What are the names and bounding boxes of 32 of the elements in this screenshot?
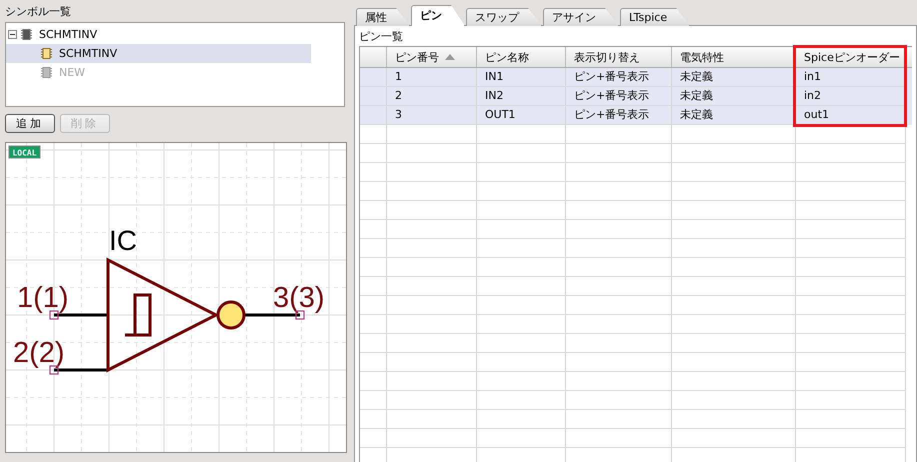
table-row[interactable]: 1 IN1 ピン+番号表示 未定義 in1 bbox=[360, 68, 912, 87]
reference-label: IC bbox=[109, 225, 137, 256]
table-cell: OUT1 bbox=[477, 106, 566, 125]
table-cell: 3 bbox=[387, 106, 477, 125]
column-header[interactable]: Spiceピンオーダー bbox=[796, 47, 906, 67]
table-cell: 未定義 bbox=[672, 106, 796, 125]
tab[interactable]: アサイン bbox=[543, 8, 619, 26]
tab[interactable]: ピン bbox=[411, 5, 465, 26]
tree-item[interactable]: SCHMTINV bbox=[6, 44, 311, 63]
column-header[interactable]: ピン名称 bbox=[477, 47, 566, 67]
table-row[interactable]: 2 IN2 ピン+番号表示 未定義 in2 bbox=[360, 87, 912, 106]
local-badge: LOCAL bbox=[8, 146, 40, 158]
tree-item[interactable]: SCHMTINV bbox=[36, 28, 98, 41]
column-header[interactable]: 表示切り替え bbox=[566, 47, 672, 67]
chip-icon bbox=[21, 29, 32, 40]
table-cell: out1 bbox=[796, 106, 906, 125]
toolbar-button[interactable]: 追加 bbox=[5, 114, 55, 133]
chip-icon bbox=[41, 67, 52, 78]
section-title: ピン一覧 bbox=[359, 30, 404, 45]
collapse-icon[interactable] bbox=[8, 30, 17, 39]
table-cell: ピン+番号表示 bbox=[566, 106, 672, 125]
table-row[interactable]: 3 OUT1 ピン+番号表示 未定義 out1 bbox=[360, 106, 912, 125]
column-header[interactable]: ピン番号 bbox=[387, 47, 477, 67]
tab[interactable]: LTspice bbox=[620, 8, 690, 26]
tab[interactable]: 属性 bbox=[356, 8, 410, 26]
chip-icon bbox=[41, 48, 52, 59]
tab[interactable]: スワップ bbox=[466, 8, 542, 26]
pin-label: 1(1) bbox=[17, 282, 69, 314]
pin-label: 2(2) bbox=[13, 337, 65, 369]
pin-label: 3(3) bbox=[273, 282, 325, 314]
panel-title: シンボル一覧 bbox=[5, 5, 72, 20]
column-header[interactable]: 電気特性 bbox=[672, 47, 796, 67]
